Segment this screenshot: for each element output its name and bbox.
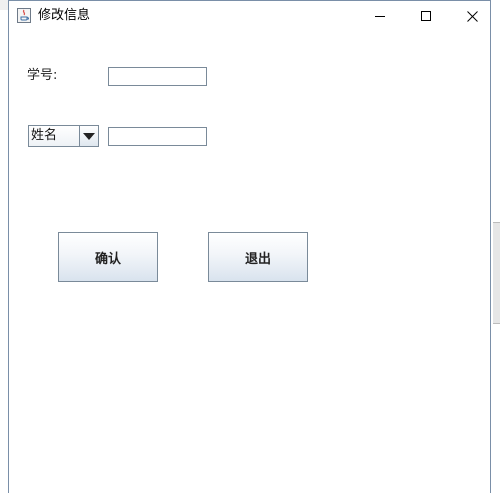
field-value-input[interactable] bbox=[108, 127, 207, 146]
exit-button[interactable]: 退出 bbox=[208, 232, 308, 282]
java-app-icon bbox=[17, 8, 31, 23]
edit-info-dialog: 修改信息 学号: 姓名 确认 退出 bbox=[8, 0, 491, 493]
field-selector-selected: 姓名 bbox=[31, 128, 58, 143]
maximize-icon bbox=[421, 11, 431, 21]
close-icon bbox=[466, 10, 478, 22]
dropdown-arrow-button[interactable] bbox=[79, 126, 98, 146]
student-id-label: 学号: bbox=[27, 68, 58, 83]
field-selector-combobox[interactable]: 姓名 bbox=[28, 125, 99, 147]
confirm-button[interactable]: 确认 bbox=[58, 232, 158, 282]
close-button[interactable] bbox=[449, 1, 495, 31]
desktop: 修改信息 学号: 姓名 确认 退出 bbox=[0, 0, 500, 500]
background-window-edge-right bbox=[493, 222, 500, 324]
student-id-input[interactable] bbox=[108, 67, 207, 86]
minimize-icon bbox=[375, 16, 385, 17]
dialog-content: 学号: 姓名 确认 退出 bbox=[9, 31, 490, 493]
chevron-down-icon bbox=[83, 132, 95, 140]
window-title: 修改信息 bbox=[38, 8, 91, 23]
minimize-button[interactable] bbox=[357, 1, 403, 31]
title-bar[interactable]: 修改信息 bbox=[9, 1, 490, 31]
maximize-button[interactable] bbox=[403, 1, 449, 31]
